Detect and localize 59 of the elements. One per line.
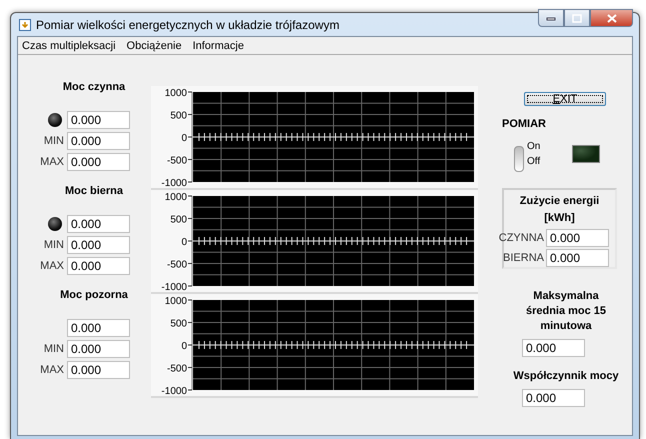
axis-tick-label: -1000 — [161, 178, 187, 188]
axis-tick-label: 500 — [170, 214, 187, 226]
number-field[interactable]: 0.000 — [67, 340, 130, 358]
close-icon — [606, 14, 616, 22]
axis-tick-label: -1000 — [161, 282, 187, 292]
number-field[interactable]: 0.000 — [67, 319, 130, 337]
number-field[interactable]: 0.000 — [522, 389, 585, 407]
toggle-switch[interactable] — [514, 146, 524, 172]
energy-unit: [kWh] — [543, 211, 576, 226]
menu-item[interactable]: Czas multipleksacji — [22, 39, 116, 52]
menu-item[interactable]: Informacje — [192, 39, 244, 52]
close-button[interactable] — [590, 9, 633, 27]
axis-tick-label: -1000 — [161, 386, 187, 396]
maximize-button[interactable] — [564, 9, 590, 27]
number-field[interactable]: 0.000 — [67, 361, 130, 379]
number-field[interactable]: 0.000 — [67, 215, 130, 233]
max-label: MAX — [39, 156, 64, 168]
field-label: CZYNNA — [498, 232, 544, 244]
exit-button[interactable]: EXIT — [524, 92, 606, 106]
number-field[interactable]: 0.000 — [67, 153, 130, 171]
axis-tick-label: 1000 — [164, 192, 187, 203]
number-field[interactable]: 0.000 — [67, 236, 130, 254]
min-label: MIN — [42, 343, 64, 355]
number-field[interactable]: 0.000 — [67, 111, 130, 129]
axis-tick-label: 500 — [170, 318, 187, 330]
axis-tick-label: 1000 — [164, 88, 187, 99]
min-label: MIN — [42, 135, 64, 147]
number-field[interactable]: 0.000 — [67, 132, 130, 150]
max-label: MAX — [39, 260, 64, 272]
meter-title: Moc bierna — [64, 185, 124, 199]
number-field[interactable]: 0.000 — [522, 339, 585, 357]
field-label: BIERNA — [503, 252, 544, 264]
energy-title: Zużycie energii — [518, 194, 600, 209]
pomiar-title: POMIAR — [502, 118, 547, 130]
axis-tick-label: 1000 — [164, 296, 187, 307]
minimize-button[interactable] — [538, 9, 564, 27]
off-label: Off — [527, 156, 540, 167]
number-field[interactable]: 0.000 — [546, 229, 609, 247]
axis-tick-label: 0 — [181, 341, 187, 352]
axis-tick-label: -500 — [166, 260, 187, 270]
axis-tick-label: 0 — [181, 133, 187, 144]
max-average-label: Maksymalna średnia moc 15 minutowa — [524, 289, 608, 334]
on-label: On — [527, 141, 540, 152]
meter-title: Moc pozorna — [59, 289, 129, 303]
axis-tick-label: -500 — [166, 364, 187, 374]
number-field[interactable]: 0.000 — [546, 249, 609, 267]
meter-title: Moc czynna — [62, 81, 126, 95]
minimize-icon — [546, 15, 556, 21]
max-label: MAX — [39, 364, 64, 376]
axis-tick-label: 0 — [181, 237, 187, 248]
number-field[interactable]: 0.000 — [67, 257, 130, 275]
min-label: MIN — [42, 239, 64, 251]
maximize-icon — [572, 14, 582, 22]
axis-tick-label: -500 — [166, 156, 187, 166]
window-title: Pomiar wielkości energetycznych w układzie trójfazowym — [36, 18, 340, 32]
menu-item[interactable]: Obciążenie — [126, 39, 182, 52]
app-icon — [19, 18, 31, 30]
axis-tick-label: 500 — [170, 110, 187, 122]
power-factor-label: Współczynnik mocy — [512, 369, 620, 384]
